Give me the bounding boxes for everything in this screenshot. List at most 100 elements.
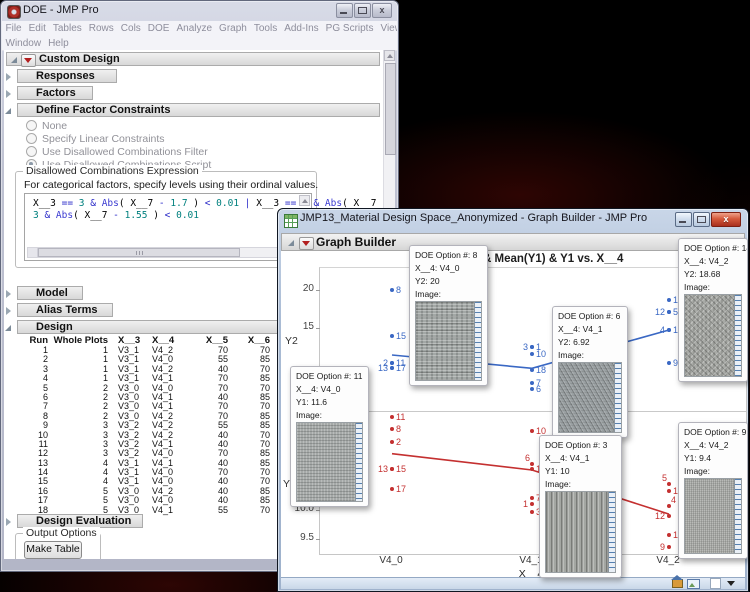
data-point-label: 18 <box>536 365 546 375</box>
data-point[interactable] <box>390 427 394 431</box>
data-point[interactable] <box>667 514 671 518</box>
data-point-label: 12 <box>655 511 665 521</box>
data-point-label: 3 <box>523 342 528 352</box>
outline-custom-design[interactable]: Custom Design <box>6 52 380 66</box>
minimize-button[interactable] <box>675 212 692 227</box>
menu-doe[interactable]: DOE <box>144 23 173 34</box>
table-cell: 3 <box>50 440 110 449</box>
scroll-up-icon[interactable] <box>384 50 395 61</box>
data-point[interactable] <box>530 381 534 385</box>
data-point[interactable] <box>530 352 534 356</box>
make-table-button[interactable]: Make Table <box>24 541 82 559</box>
expression-code-box[interactable]: X__3 == 3 & Abs( X__7 - 1.7 ) < 0.01 | X… <box>24 193 312 261</box>
close-button[interactable]: x <box>711 212 741 227</box>
y2-axis-label[interactable]: Y2 <box>285 335 298 347</box>
outline-model[interactable]: Model <box>17 286 83 300</box>
tooltip-response: Y2: 20 <box>415 275 482 288</box>
data-point[interactable] <box>530 345 534 349</box>
menu-file[interactable]: File <box>2 23 25 34</box>
collapsed-arrow-icon[interactable] <box>6 307 11 315</box>
scroll-left-icon[interactable] <box>28 248 38 257</box>
expand-arrow-icon[interactable] <box>11 57 17 63</box>
collapsed-arrow-icon[interactable] <box>6 90 11 98</box>
radio-use-disallowed-combinations-filter[interactable]: Use Disallowed Combinations Filter <box>26 145 208 158</box>
collapsed-arrow-icon[interactable] <box>6 518 11 526</box>
doe-option-tooltip: DOE Option #: 8X__4: V4_0Y2: 20Image: <box>409 245 488 386</box>
doe-app-icon <box>7 5 21 19</box>
doe-titlebar[interactable]: DOE - JMP Pro x <box>1 1 398 21</box>
data-point[interactable] <box>530 368 534 372</box>
checkbox-icon[interactable] <box>710 578 721 589</box>
close-button[interactable]: x <box>372 3 392 18</box>
design-table[interactable]: RunWhole PlotsX__3X__4X__5X__6X__711V3_1… <box>20 335 310 515</box>
menu-graph[interactable]: Graph <box>216 23 251 34</box>
radio-circle-icon[interactable] <box>26 133 37 144</box>
menu-rows[interactable]: Rows <box>85 23 117 34</box>
red-triangle-menu-icon[interactable] <box>299 237 314 250</box>
menu-view[interactable]: View <box>377 23 397 34</box>
data-point[interactable] <box>667 298 671 302</box>
expand-arrow-icon[interactable] <box>5 325 11 331</box>
minimize-button[interactable] <box>336 3 353 18</box>
scrollbar-thumb[interactable] <box>385 63 396 155</box>
y-tick-label[interactable]: 15 <box>290 321 314 332</box>
menu-tables[interactable]: Tables <box>49 23 85 34</box>
red-triangle-menu-icon[interactable] <box>21 54 36 67</box>
data-point-label: 15 <box>396 464 406 474</box>
data-point[interactable] <box>390 288 394 292</box>
radio-circle-icon[interactable] <box>26 120 37 131</box>
menu-cols[interactable]: Cols <box>117 23 144 34</box>
menu-tools[interactable]: Tools <box>250 23 280 34</box>
data-point-label: 13 <box>378 464 388 474</box>
data-point[interactable] <box>667 482 671 486</box>
tooltip-factor: X__4: V4_2 <box>684 439 742 452</box>
maximize-button[interactable] <box>693 212 710 227</box>
outline-define-factor-constraints[interactable]: Define Factor Constraints <box>17 103 380 117</box>
menu-analyze[interactable]: Analyze <box>173 23 216 34</box>
maximize-button[interactable] <box>354 3 371 18</box>
x-tick-label[interactable]: V4_0 <box>371 555 411 566</box>
expand-arrow-icon[interactable] <box>288 240 294 246</box>
table-cell: V4_1 <box>150 506 186 515</box>
expression-hint: For categorical factors, specify levels … <box>24 179 318 191</box>
image-icon[interactable] <box>687 579 700 589</box>
menu-add-ins[interactable]: Add-Ins <box>281 23 322 34</box>
radio-specify-linear-constraints[interactable]: Specify Linear Constraints <box>26 132 165 145</box>
menu-pg-scripts[interactable]: PG Scripts <box>322 23 377 34</box>
column-header[interactable]: Whole Plots <box>50 335 110 346</box>
scrollbar-thumb[interactable] <box>38 248 240 257</box>
data-point[interactable] <box>390 334 394 338</box>
tooltip-image-label: Image: <box>684 465 742 478</box>
tooltip-factor: X__4: V4_2 <box>684 255 742 268</box>
collapsed-arrow-icon[interactable] <box>6 290 11 298</box>
y-tick-label[interactable]: 9.5 <box>290 532 314 543</box>
collapsed-arrow-icon[interactable] <box>6 73 11 81</box>
outline-graph-builder[interactable]: Graph Builder <box>281 233 745 251</box>
menu-window[interactable]: Window <box>2 38 45 49</box>
data-point[interactable] <box>530 429 534 433</box>
menu-help[interactable]: Help <box>45 38 73 49</box>
y-tick-label[interactable]: 20 <box>290 283 314 294</box>
data-point[interactable] <box>667 545 671 549</box>
data-point[interactable] <box>390 487 394 491</box>
outline-responses[interactable]: Responses <box>17 69 117 83</box>
data-point[interactable] <box>530 510 534 514</box>
data-point[interactable] <box>667 533 671 537</box>
outline-alias-terms[interactable]: Alias Terms <box>17 303 113 317</box>
data-point-label: 17 <box>396 484 406 494</box>
data-point[interactable] <box>390 366 394 370</box>
doe-option-number: DOE Option #: 9 <box>684 426 742 439</box>
outline-factors[interactable]: Factors <box>17 86 93 100</box>
menu-edit[interactable]: Edit <box>25 23 49 34</box>
outline-design-evaluation[interactable]: Design Evaluation <box>17 514 143 528</box>
radio-none[interactable]: None <box>26 119 67 132</box>
dropdown-caret-icon[interactable] <box>727 581 735 586</box>
horizontal-scrollbar[interactable] <box>27 247 309 258</box>
data-point[interactable] <box>667 310 671 314</box>
expand-arrow-icon[interactable] <box>5 108 11 114</box>
graph-titlebar[interactable]: JMP13_Material Design Space_Anonymized -… <box>278 209 748 229</box>
data-point[interactable] <box>530 462 534 466</box>
radio-circle-icon[interactable] <box>26 146 37 157</box>
scroll-up-icon[interactable] <box>299 195 310 206</box>
home-icon[interactable] <box>672 579 683 588</box>
